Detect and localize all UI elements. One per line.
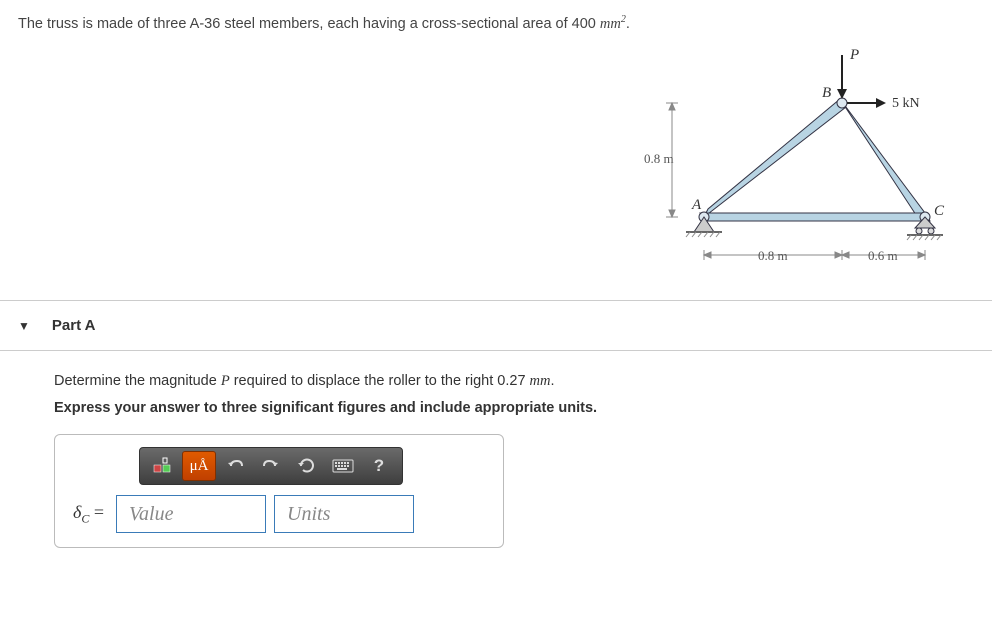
- label-5kN: 5 kN: [892, 96, 920, 111]
- dim-h1: 0.8 m: [758, 248, 788, 263]
- part-a-header[interactable]: ▼ Part A: [0, 301, 992, 351]
- label-P: P: [849, 47, 859, 63]
- label-A: A: [691, 197, 702, 213]
- help-button[interactable]: ?: [362, 451, 396, 481]
- answer-input-row: δC = Value Units: [69, 495, 489, 533]
- dim-vertical: 0.8 m: [644, 151, 674, 166]
- truss-figure: P 5 kN B A C 0.8 m: [644, 37, 954, 282]
- problem-text-prefix: The truss is made of three A-36 steel me…: [18, 16, 600, 32]
- redo-button[interactable]: [254, 451, 288, 481]
- collapse-caret-icon: ▼: [18, 319, 30, 333]
- units-input[interactable]: Units: [274, 495, 414, 533]
- value-input[interactable]: Value: [116, 495, 266, 533]
- keyboard-button[interactable]: [326, 451, 360, 481]
- problem-section: The truss is made of three A-36 steel me…: [0, 0, 992, 301]
- answer-variable-label: δC =: [69, 502, 108, 527]
- answer-toolbar: μÅ ?: [139, 447, 403, 485]
- label-C: C: [934, 203, 945, 219]
- part-a-instruction: Express your answer to three significant…: [54, 400, 992, 416]
- reset-button[interactable]: [290, 451, 324, 481]
- part-a-body: Determine the magnitude P required to di…: [0, 351, 992, 570]
- label-B: B: [822, 85, 831, 101]
- dim-h2: 0.6 m: [868, 248, 898, 263]
- templates-button[interactable]: [146, 451, 180, 481]
- problem-unit: mm: [600, 16, 621, 32]
- units-button[interactable]: μÅ: [182, 451, 216, 481]
- part-a-prompt: Determine the magnitude P required to di…: [54, 373, 992, 390]
- answer-box: μÅ ? δC = Value Units: [54, 434, 504, 548]
- undo-button[interactable]: [218, 451, 252, 481]
- problem-statement: The truss is made of three A-36 steel me…: [18, 12, 630, 33]
- part-a-title: Part A: [52, 317, 96, 334]
- problem-text-suffix: .: [626, 16, 630, 32]
